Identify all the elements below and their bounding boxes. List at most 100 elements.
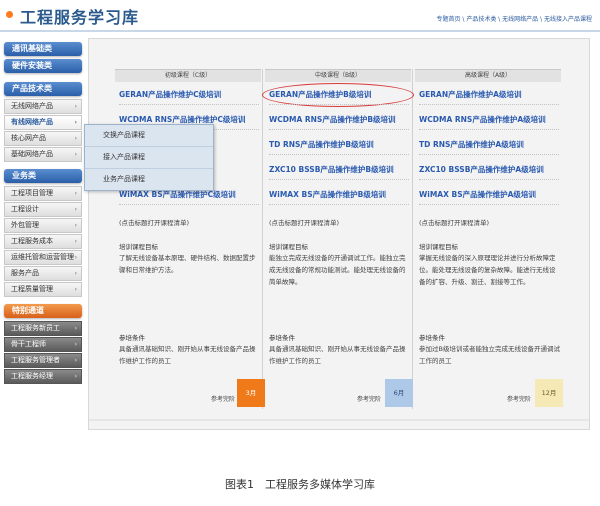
- sidebar-item-label: 工程服务管理者: [11, 356, 60, 364]
- chevron-right-icon: ›: [74, 270, 77, 277]
- sidebar-item-label: 核心网产品: [11, 134, 46, 142]
- page-header: 工程服务学习库 专题首页 \ 产品技术类 \ 无线网络产品 \ 无线接入产品课程: [0, 0, 600, 30]
- submenu-dropdown: 交换产品课程 接入产品课程 业务产品课程: [84, 124, 214, 191]
- sidebar-item[interactable]: 工程项目管理 ›: [4, 186, 82, 201]
- column-header: 中级课程（B级）: [265, 69, 411, 82]
- row-divider: [269, 204, 409, 205]
- course-link[interactable]: WCDMA RNS产品操作维护B级培训: [269, 114, 413, 125]
- sidebar-section-header[interactable]: 产品技术类: [4, 82, 82, 96]
- goal-text: 能独立完成无线设备的开通调试工作。能独立完成无线设备的常规功能测试。能处理无线设…: [269, 254, 406, 286]
- hint-text: (点击标题打开课程清单): [419, 219, 490, 227]
- breadcrumb[interactable]: 专题首页 \ 产品技术类 \ 无线网络产品 \ 无线接入产品课程: [436, 14, 592, 23]
- row-divider: [419, 154, 559, 155]
- course-link[interactable]: GERAN产品操作维护C级培训: [119, 89, 263, 100]
- sidebar-item-label: 工程服务成本: [11, 237, 53, 245]
- row-divider: [269, 129, 409, 130]
- goal-title: 培训课程目标: [119, 243, 158, 251]
- chevron-right-icon: ›: [74, 373, 77, 380]
- chevron-right-icon: ›: [74, 103, 77, 110]
- sidebar-item-label: 通讯基础类: [12, 44, 52, 53]
- row-divider: [419, 129, 559, 130]
- chevron-right-icon: ›: [74, 286, 77, 293]
- sidebar-section-header[interactable]: 业务类: [4, 169, 82, 183]
- hint-text: (点击标题打开课程清单): [119, 219, 190, 227]
- bullet-icon: [6, 11, 13, 18]
- row-divider: [419, 179, 559, 180]
- duration-badge: 12月: [535, 379, 563, 407]
- chevron-right-icon: ›: [74, 238, 77, 245]
- page-title: 工程服务学习库: [20, 8, 140, 27]
- sidebar-item[interactable]: 运维托管和运营管理 ›: [4, 250, 82, 265]
- row-divider: [119, 104, 259, 105]
- row-divider: [419, 204, 559, 205]
- duration-badge: 6月: [385, 379, 413, 407]
- duration-badge: 3月: [237, 379, 265, 407]
- course-link[interactable]: ZXC10 BSSB产品操作维护A级培训: [419, 164, 563, 175]
- sidebar-section-header[interactable]: 特别通道: [4, 304, 82, 318]
- goal-text: 掌握无线设备的深入原理理论并进行分析故障定位。能处理无线设备的复杂故障。能进行无…: [419, 254, 556, 286]
- sidebar-item[interactable]: 核心网产品 ›: [4, 131, 82, 146]
- header-divider: [0, 30, 600, 32]
- sidebar-item[interactable]: 有线网络产品 ›: [4, 115, 82, 130]
- sidebar-nav: 通讯基础类 硬件安装类 产品技术类 无线网络产品 › 有线网络产品 › 核心网产品 › 基础网络产…: [4, 42, 82, 385]
- column-header: 高级课程（A级）: [415, 69, 561, 82]
- row-divider: [269, 179, 409, 180]
- requirement-title: 参培条件: [269, 334, 295, 342]
- row-divider: [419, 104, 559, 105]
- dropdown-item[interactable]: 业务产品课程: [85, 169, 213, 190]
- course-link[interactable]: GERAN产品操作维护A级培训: [419, 89, 563, 100]
- column-header: 初级课程（C级）: [115, 69, 261, 82]
- chevron-right-icon: ›: [74, 190, 77, 197]
- sidebar-item[interactable]: 无线网络产品 ›: [4, 99, 82, 114]
- chevron-right-icon: ›: [74, 325, 77, 332]
- course-column: 初级课程（C级） GERAN产品操作维护C级培训 WCDMA RNS产品操作维护C级…: [115, 39, 265, 409]
- sidebar-item-label: 硬件安装类: [12, 61, 52, 70]
- row-divider: [269, 104, 409, 105]
- sidebar-item-label: 工程服务新员工: [11, 324, 60, 332]
- sidebar-section-header[interactable]: 通讯基础类: [4, 42, 82, 56]
- row-divider: [119, 204, 259, 205]
- course-column: 高级课程（A级） GERAN产品操作维护A级培训 WCDMA RNS产品操作维护A级…: [415, 39, 565, 409]
- sidebar-item[interactable]: 工程服务经理 ›: [4, 369, 82, 384]
- dropdown-item[interactable]: 接入产品课程: [85, 147, 213, 169]
- sidebar-item[interactable]: 工程服务管理者 ›: [4, 353, 82, 368]
- requirement-text: 参加过B级培训或者能独立完成无线设备开通调试工作的员工: [419, 345, 560, 365]
- sidebar-item[interactable]: 服务产品 ›: [4, 266, 82, 281]
- sidebar-item[interactable]: 基础网络产品 ›: [4, 147, 82, 162]
- row-divider: [269, 154, 409, 155]
- sidebar-item-label: 产品技术类: [12, 84, 52, 93]
- goal-title: 培训课程目标: [269, 243, 308, 251]
- sidebar-item-label: 特别通道: [12, 306, 44, 315]
- course-link[interactable]: TD RNS产品操作维护B级培训: [269, 139, 413, 150]
- course-link[interactable]: WCDMA RNS产品操作维护A级培训: [419, 114, 563, 125]
- course-link[interactable]: WiMAX BS产品操作维护A级培训: [419, 189, 563, 200]
- requirement-title: 参培条件: [119, 334, 145, 342]
- panel-bottom-bar: [89, 419, 589, 421]
- course-link[interactable]: GERAN产品操作维护B级培训: [269, 89, 413, 100]
- sidebar-item-label: 工程服务经理: [11, 372, 53, 380]
- sidebar-item-label: 服务产品: [11, 269, 39, 277]
- chevron-right-icon: ›: [74, 135, 77, 142]
- chevron-right-icon: ›: [74, 206, 77, 213]
- chevron-right-icon: ›: [74, 151, 77, 158]
- chevron-right-icon: ›: [74, 357, 77, 364]
- sidebar-item-label: 运维托管和运营管理: [11, 253, 74, 261]
- sidebar-item[interactable]: 骨干工程师 ›: [4, 337, 82, 352]
- sidebar-item-label: 业务类: [12, 171, 36, 180]
- sidebar-section-header[interactable]: 硬件安装类: [4, 59, 82, 73]
- course-link[interactable]: WiMAX BS产品操作维护B级培训: [269, 189, 413, 200]
- chevron-right-icon: ›: [74, 341, 77, 348]
- sidebar-item[interactable]: 工程质量管理 ›: [4, 282, 82, 297]
- course-link[interactable]: TD RNS产品操作维护A级培训: [419, 139, 563, 150]
- chevron-right-icon: ›: [74, 119, 77, 126]
- sidebar-item[interactable]: 外包管理 ›: [4, 218, 82, 233]
- sidebar-item[interactable]: 工程服务成本 ›: [4, 234, 82, 249]
- chevron-right-icon: ›: [74, 254, 77, 261]
- sidebar-item[interactable]: 工程服务新员工 ›: [4, 321, 82, 336]
- dropdown-item[interactable]: 交换产品课程: [85, 125, 213, 147]
- goal-text: 了解无线设备基本原理、硬件结构、数据配置步骤和日常维护方法。: [119, 254, 256, 274]
- course-link[interactable]: ZXC10 BSSB产品操作维护B级培训: [269, 164, 413, 175]
- course-column: 中级课程（B级） GERAN产品操作维护B级培训 WCDMA RNS产品操作维护B级…: [265, 39, 415, 409]
- sidebar-item[interactable]: 工程设计 ›: [4, 202, 82, 217]
- sidebar-item-label: 工程项目管理: [11, 189, 53, 197]
